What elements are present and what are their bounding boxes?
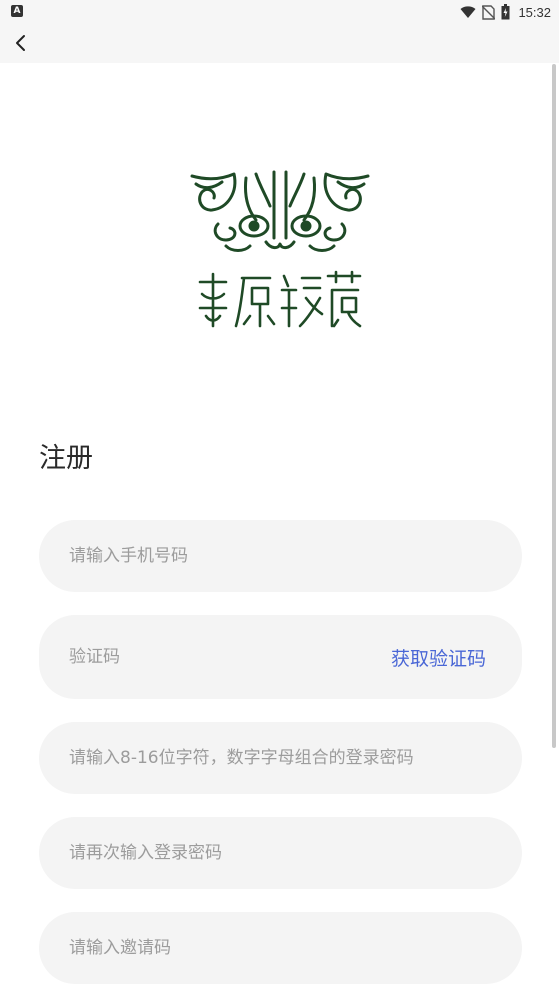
confirm-password-field[interactable] [39, 817, 522, 889]
bronze-mask-emblem-icon [190, 170, 370, 328]
nav-bar [0, 24, 559, 63]
page-title: 注册 [39, 443, 93, 474]
scrollbar[interactable] [552, 64, 556, 748]
status-time: 15:32 [518, 4, 551, 20]
verification-code-input[interactable] [69, 615, 349, 699]
no-sim-icon [482, 4, 496, 20]
verification-code-field[interactable]: 获取验证码 [39, 615, 522, 699]
brand-logo [186, 166, 374, 338]
confirm-password-input[interactable] [69, 817, 489, 889]
notification-icon: A [11, 5, 23, 17]
wifi-icon [460, 6, 476, 18]
invite-code-field[interactable] [39, 912, 522, 984]
status-icons: 15:32 [460, 0, 551, 24]
invite-code-input[interactable] [69, 912, 489, 984]
status-bar: A 15:32 [0, 0, 559, 24]
phone-field[interactable] [39, 520, 522, 592]
battery-icon [501, 4, 510, 20]
chevron-left-icon[interactable] [8, 30, 34, 56]
password-field[interactable] [39, 722, 522, 794]
password-input[interactable] [69, 722, 489, 794]
phone-input[interactable] [69, 520, 489, 592]
get-code-button[interactable]: 获取验证码 [391, 615, 486, 699]
